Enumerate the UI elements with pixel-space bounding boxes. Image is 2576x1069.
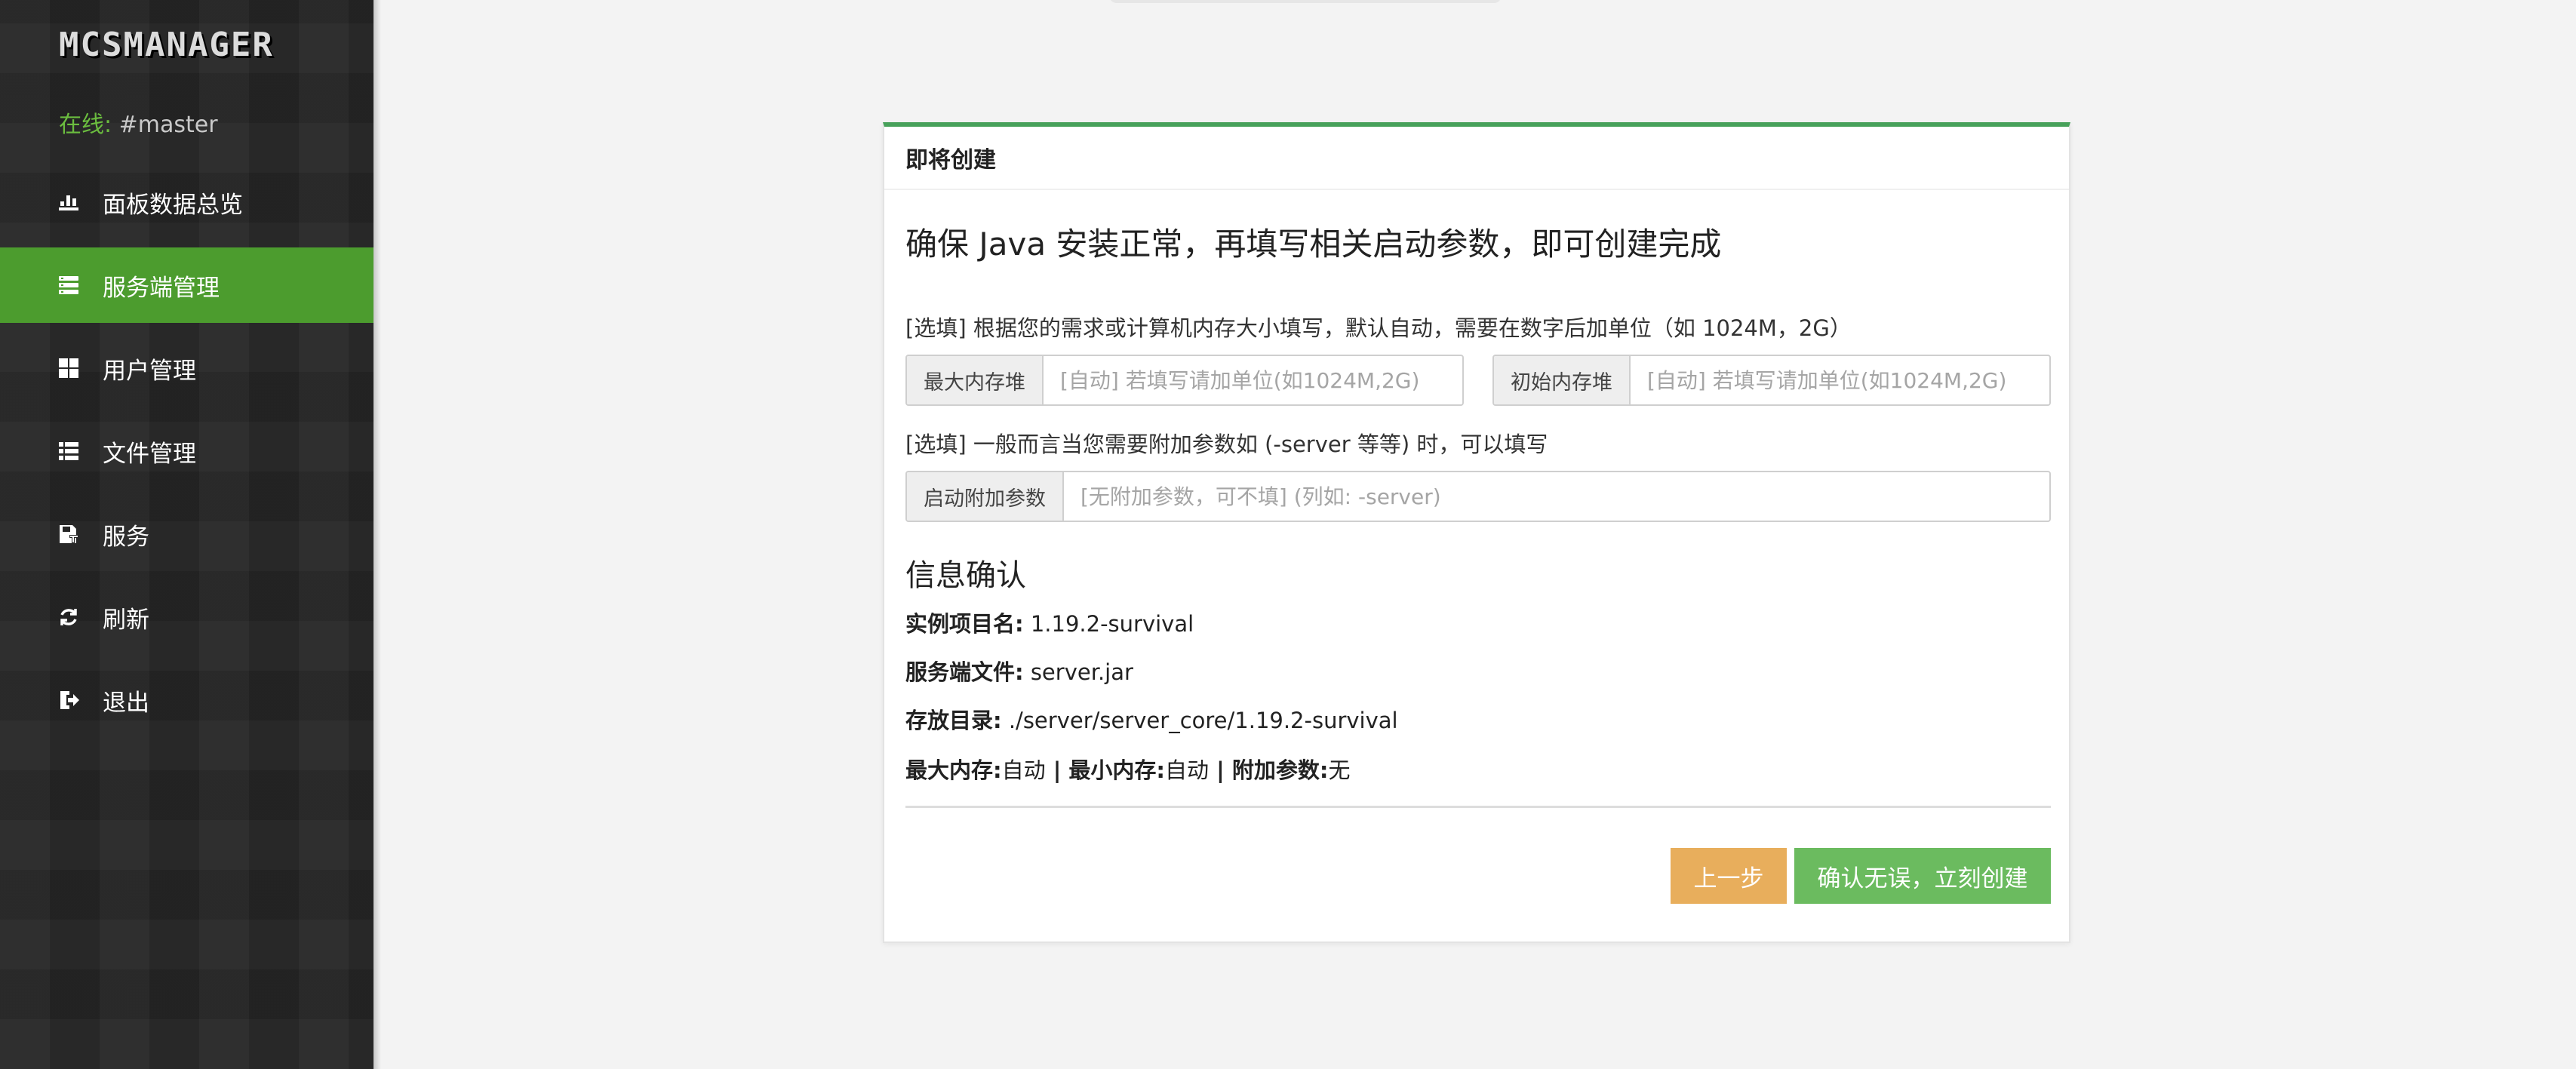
memory-hint: [选填] 根据您的需求或计算机内存大小填写，默认自动，需要在数字后加单位（如 1…: [905, 315, 1852, 341]
service-icon: [57, 523, 80, 545]
info-value: 自动: [1165, 757, 1210, 783]
sidebar-item-file-management[interactable]: 文件管理: [0, 413, 373, 489]
max-memory-input[interactable]: [1044, 356, 1462, 404]
sidebar-item-label: 服务: [103, 523, 149, 551]
info-label: 附加参数:: [1231, 757, 1329, 783]
sidebar-item-label: 服务端管理: [103, 274, 220, 302]
sidebar-shadow: [373, 0, 381, 1069]
app-logo: MCSMANAGER: [59, 26, 274, 64]
sidebar-item-service[interactable]: 服务: [0, 496, 373, 572]
info-value: ./server/server_core/1.19.2-survival: [1001, 708, 1398, 733]
confirm-create-button[interactable]: 确认无误，立刻创建: [1794, 848, 2051, 904]
extra-args-group: 启动附加参数: [905, 471, 2051, 522]
top-tab-handle: [1109, 0, 1502, 3]
info-value: 无: [1328, 757, 1351, 783]
sidebar-item-label: 刷新: [103, 606, 149, 634]
online-status-label: 在线:: [59, 112, 112, 138]
sidebar-item-label: 退出: [103, 689, 149, 717]
init-memory-input[interactable]: [1631, 356, 2049, 404]
sidebar-item-label: 面板数据总览: [103, 191, 243, 219]
extra-args-addon: 启动附加参数: [907, 472, 1064, 521]
info-label: 最小内存:: [1068, 757, 1166, 783]
info-label: 服务端文件:: [905, 659, 1024, 685]
info-memory-summary: 最大内存:自动 | 最小内存:自动 | 附加参数:无: [905, 753, 1350, 785]
online-status-value: #master: [112, 112, 218, 138]
info-label: 实例项目名:: [905, 611, 1024, 637]
previous-step-button[interactable]: 上一步: [1671, 848, 1787, 904]
info-server-jar: 服务端文件: server.jar: [905, 655, 1133, 687]
init-memory-group: 初始内存堆: [1492, 355, 2051, 406]
info-separator: |: [1209, 757, 1232, 783]
logout-icon: [57, 689, 80, 711]
sidebar: MCSMANAGER 在线: #master 面板数据总览 服务端管理 用户管理: [0, 0, 373, 1069]
info-value: 自动: [1001, 757, 1046, 783]
extra-args-input[interactable]: [1064, 472, 2049, 521]
users-grid-icon: [57, 357, 80, 379]
info-storage-dir: 存放目录: ./server/server_core/1.19.2-surviv…: [905, 703, 1398, 735]
init-memory-addon: 初始内存堆: [1494, 356, 1631, 404]
sidebar-item-label: 用户管理: [103, 357, 196, 385]
sidebar-item-refresh[interactable]: 刷新: [0, 579, 373, 655]
refresh-icon: [57, 606, 80, 628]
page-headline: 确保 Java 安装正常，再填写相关启动参数，即可创建完成: [905, 226, 1722, 263]
info-label: 最大内存:: [905, 757, 1002, 783]
info-value: 1.19.2-survival: [1023, 611, 1194, 637]
sidebar-item-user-management[interactable]: 用户管理: [0, 330, 373, 406]
card-header: 即将创建: [884, 127, 2069, 190]
sidebar-item-server-management[interactable]: 服务端管理: [0, 247, 373, 323]
server-list-icon: [57, 274, 80, 296]
online-status: 在线: #master: [59, 106, 218, 139]
max-memory-addon: 最大内存堆: [907, 356, 1044, 404]
info-instance-name: 实例项目名: 1.19.2-survival: [905, 607, 1194, 638]
sidebar-nav: 面板数据总览 服务端管理 用户管理 文件管理 服务 刷新 退出: [0, 164, 373, 745]
info-label: 存放目录:: [905, 708, 1002, 733]
sidebar-item-overview[interactable]: 面板数据总览: [0, 164, 373, 240]
info-separator: |: [1045, 757, 1069, 783]
divider: [905, 806, 2051, 808]
sidebar-item-label: 文件管理: [103, 440, 196, 468]
create-instance-card: 即将创建 确保 Java 安装正常，再填写相关启动参数，即可创建完成 [选填] …: [883, 122, 2070, 943]
extra-args-hint: [选填] 一般而言当您需要附加参数如 (-server 等等) 时，可以填写: [905, 432, 1548, 457]
info-value: server.jar: [1023, 659, 1133, 685]
sidebar-item-logout[interactable]: 退出: [0, 662, 373, 738]
confirm-section-title: 信息确认: [905, 558, 1026, 593]
max-memory-group: 最大内存堆: [905, 355, 1464, 406]
file-list-icon: [57, 440, 80, 462]
dashboard-icon: [57, 191, 80, 213]
